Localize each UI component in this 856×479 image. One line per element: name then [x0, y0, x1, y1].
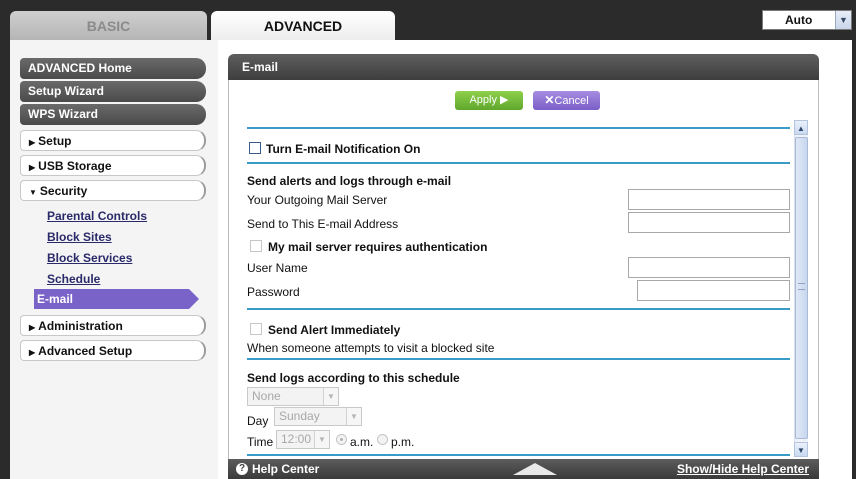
sidebar-item-security[interactable]: ▼ Security: [20, 180, 206, 201]
send-to-label: Send to This E-mail Address: [247, 217, 399, 231]
schedule-select-value: None: [252, 389, 281, 403]
active-indicator-arrow: [189, 289, 199, 309]
sidebar: ADVANCED Home Setup Wizard WPS Wizard ▶ S…: [10, 40, 218, 479]
password-label: Password: [247, 285, 300, 299]
triangle-right-icon: ▶: [29, 323, 36, 332]
sidebar-link-email[interactable]: E-mail: [34, 289, 189, 309]
sidebar-item-setup[interactable]: ▶ Setup: [20, 130, 206, 151]
username-label: User Name: [247, 261, 308, 275]
triangle-down-icon: ▼: [29, 188, 37, 197]
triangle-right-icon: ▶: [29, 348, 36, 357]
divider: [247, 162, 790, 164]
sidebar-item-label: Security: [39, 184, 88, 198]
email-notification-label: Turn E-mail Notification On: [266, 142, 421, 156]
password-input[interactable]: [637, 280, 790, 301]
left-border: [0, 40, 10, 479]
page-title: E-mail: [228, 54, 819, 80]
sidebar-item-advanced-setup[interactable]: ▶ Advanced Setup: [20, 340, 206, 361]
time-select-value: 12:00: [281, 432, 312, 446]
day-select[interactable]: Sunday ▼: [274, 407, 362, 426]
sidebar-item-label: USB Storage: [38, 159, 112, 173]
outgoing-server-label: Your Outgoing Mail Server: [247, 193, 388, 207]
help-center-label[interactable]: Help Center: [252, 459, 319, 479]
scroll-down-icon[interactable]: ▼: [794, 442, 808, 457]
right-border: [852, 40, 856, 479]
alert-immediately-checkbox[interactable]: [250, 323, 262, 335]
sidebar-item-administration[interactable]: ▶ Administration: [20, 315, 206, 336]
time-select[interactable]: 12:00 ▼: [276, 430, 330, 449]
outgoing-server-input[interactable]: [628, 189, 790, 210]
schedule-select[interactable]: None ▼: [247, 387, 339, 406]
sidebar-item-setup-wizard[interactable]: Setup Wizard: [20, 81, 206, 102]
sidebar-item-label: Advanced Setup: [38, 344, 133, 358]
alert-immediately-label: Send Alert Immediately: [268, 323, 401, 337]
sidebar-link-parental-controls[interactable]: Parental Controls: [47, 209, 147, 223]
sidebar-item-label: Setup: [38, 134, 72, 148]
auth-label: My mail server requires authentication: [268, 240, 488, 254]
sidebar-item-usb-storage[interactable]: ▶ USB Storage: [20, 155, 206, 176]
tab-advanced[interactable]: ADVANCED: [211, 11, 395, 40]
language-select[interactable]: Auto ▼: [762, 10, 852, 30]
divider: [247, 308, 790, 310]
sidebar-link-schedule[interactable]: Schedule: [47, 272, 100, 286]
sidebar-item-wps-wizard[interactable]: WPS Wizard: [20, 104, 206, 125]
show-hide-help-link[interactable]: Show/Hide Help Center: [677, 459, 809, 479]
am-label: a.m.: [350, 435, 374, 449]
am-radio[interactable]: [336, 434, 347, 445]
cancel-button[interactable]: ✕Cancel: [533, 91, 600, 110]
help-icon[interactable]: ?: [236, 463, 248, 475]
tab-basic[interactable]: BASIC: [10, 11, 207, 40]
auth-checkbox[interactable]: [250, 240, 262, 252]
grip-icon: [798, 283, 805, 290]
help-bar: ? Help Center Show/Hide Help Center: [228, 459, 819, 479]
alert-description: When someone attempts to visit a blocked…: [247, 341, 495, 355]
day-select-value: Sunday: [279, 409, 320, 423]
sidebar-item-advanced-home[interactable]: ADVANCED Home: [20, 58, 206, 79]
radio-dot: [340, 438, 343, 441]
schedule-heading: Send logs according to this schedule: [247, 371, 460, 385]
apply-button[interactable]: Apply ▶: [455, 91, 523, 110]
pm-label: p.m.: [391, 435, 415, 449]
triangle-right-icon: ▶: [29, 138, 36, 147]
send-alerts-heading: Send alerts and logs through e-mail: [247, 174, 452, 188]
divider: [247, 358, 790, 360]
username-input[interactable]: [628, 257, 790, 278]
divider: [247, 454, 790, 456]
send-to-email-input[interactable]: [628, 212, 790, 233]
chevron-down-icon: ▼: [314, 431, 329, 448]
sidebar-link-block-sites[interactable]: Block Sites: [47, 230, 112, 244]
pm-radio[interactable]: [377, 434, 388, 445]
time-label: Time: [247, 435, 274, 449]
sidebar-link-block-services[interactable]: Block Services: [47, 251, 132, 265]
email-notification-checkbox[interactable]: [249, 142, 261, 154]
cancel-label: Cancel: [554, 95, 589, 107]
scroll-up-icon[interactable]: ▲: [794, 120, 808, 135]
chevron-down-icon: ▼: [323, 388, 338, 405]
triangle-right-icon: ▶: [29, 163, 36, 172]
chevron-down-icon: ▼: [835, 11, 851, 29]
sidebar-item-label: Administration: [38, 319, 123, 333]
language-select-value: Auto: [785, 13, 813, 27]
day-label: Day: [247, 414, 269, 428]
close-icon: ✕: [544, 93, 555, 107]
divider: [247, 127, 790, 129]
chevron-down-icon: ▼: [346, 408, 361, 425]
help-toggle-arrow-icon[interactable]: [513, 463, 557, 475]
